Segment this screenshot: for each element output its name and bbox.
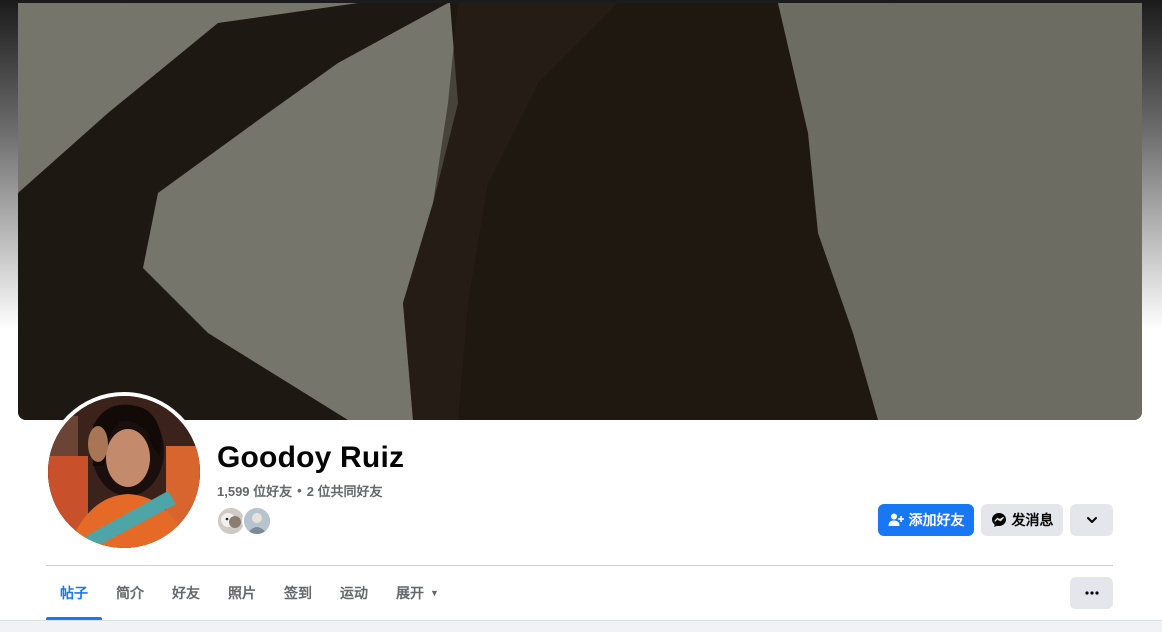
tab-about[interactable]: 简介 [102,566,158,620]
more-icon [1084,591,1099,595]
tabs-more-button[interactable] [1070,577,1113,609]
tab-friends[interactable]: 好友 [158,566,214,620]
tab-label: 签到 [284,585,312,601]
add-friend-icon [888,513,904,526]
more-options-button[interactable] [1070,504,1113,536]
separator: • [297,483,302,498]
tab-label: 照片 [228,585,256,601]
add-friend-label: 添加好友 [908,512,965,528]
tab-more[interactable]: 展开 ▼ [382,566,453,620]
friend-stats: 1,599 位好友 • 2 位共同好友 [217,481,383,500]
mutual-friend-avatars [216,506,272,536]
profile-tabs: 帖子 简介 好友 照片 签到 运动 展开 ▼ [46,566,453,620]
tab-label: 简介 [116,585,144,601]
caret-down-icon: ▼ [430,588,439,598]
tab-photos[interactable]: 照片 [214,566,270,620]
message-button[interactable]: 发消息 [981,504,1063,536]
cover-photo[interactable] [18,3,1142,420]
tab-label: 好友 [172,585,200,601]
tab-label: 展开 [396,585,424,601]
tab-sports[interactable]: 运动 [326,566,382,620]
tab-checkins[interactable]: 签到 [270,566,326,620]
add-friend-button[interactable]: 添加好友 [878,504,974,536]
mutual-friends-link[interactable]: 2 位共同好友 [307,481,383,500]
mutual-friend-avatar[interactable] [242,506,272,536]
content-area-edge [0,620,1162,632]
profile-picture[interactable] [44,392,204,552]
messenger-icon [991,513,1006,527]
message-label: 发消息 [1011,512,1054,528]
tab-label: 运动 [340,585,368,601]
tab-label: 帖子 [60,585,88,601]
tab-posts[interactable]: 帖子 [46,566,102,620]
avatar [48,396,200,548]
profile-name: Goodoy Ruiz [217,441,405,474]
chevron-down-icon [1086,517,1097,523]
friends-count-link[interactable]: 1,599 位好友 [217,481,292,500]
